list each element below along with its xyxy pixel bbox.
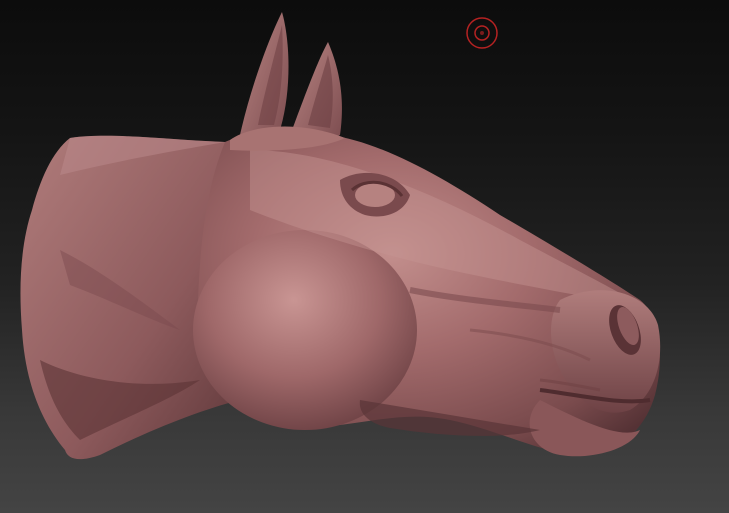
horse-head-sculpt[interactable] — [0, 0, 729, 513]
sculpt-viewport[interactable] — [0, 0, 729, 513]
circle-brush-cursor-icon — [466, 17, 498, 49]
cheek-jowl — [193, 230, 417, 430]
